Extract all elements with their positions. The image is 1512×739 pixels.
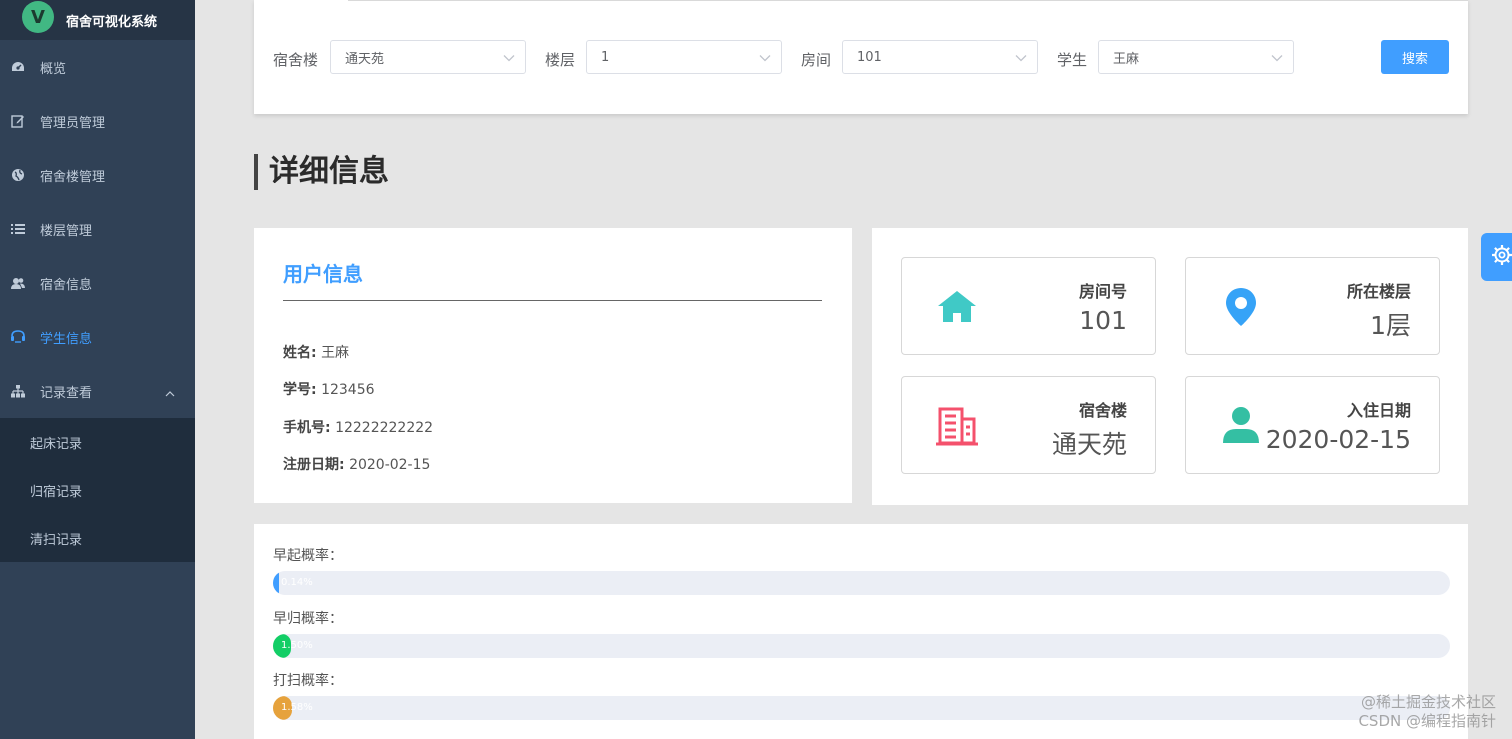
app-title: 宿舍可视化系统	[66, 14, 158, 30]
sidebar-item-admin[interactable]: 管理员管理	[0, 94, 195, 148]
settings-button[interactable]	[1481, 233, 1512, 281]
users-icon	[10, 275, 26, 291]
watermark-line2: CSDN @编程指南针	[1358, 712, 1496, 730]
sidebar-item-label: 学生信息	[40, 331, 93, 347]
stats-panel: 房间号 101 所在楼层 1层 宿舍楼 通天苑 入住日期 2020-02-15	[872, 228, 1468, 505]
watermark: @稀土掘金技术社区 CSDN @编程指南针	[1358, 693, 1496, 731]
progress-bar-wakeup: 0.14%	[273, 571, 1450, 595]
progress-text-cleaning: 1.58%	[281, 702, 313, 713]
submenu-item-cleaning[interactable]: 清扫记录	[0, 514, 195, 562]
info-id-value: 123456	[321, 382, 375, 398]
stat-building-value: 通天苑	[1051, 430, 1127, 459]
sidebar-item-label: 概览	[40, 61, 67, 77]
divider	[283, 300, 822, 301]
stat-floor: 所在楼层 1层	[1185, 257, 1440, 355]
progress-bar-cleaning: 1.58%	[273, 696, 1450, 720]
progress-fill-wakeup	[273, 571, 279, 595]
logo-icon: V	[22, 1, 54, 33]
student-label: 学生	[1057, 51, 1088, 69]
chevron-up-icon	[165, 386, 175, 401]
info-name-value: 王麻	[321, 345, 350, 361]
sidebar-item-label: 楼层管理	[40, 223, 93, 239]
building-label: 宿舍楼	[273, 51, 319, 69]
stat-room: 房间号 101	[901, 257, 1156, 355]
submenu-item-return[interactable]: 归宿记录	[0, 466, 195, 514]
room-select-value: 101	[857, 49, 882, 65]
floor-select-value: 1	[601, 49, 610, 65]
stat-building-label: 宿舍楼	[1078, 401, 1127, 420]
sidebar-item-overview[interactable]: 概览	[0, 40, 195, 94]
sidebar-item-floors[interactable]: 楼层管理	[0, 202, 195, 256]
stat-floor-value: 1层	[1370, 311, 1411, 340]
stat-checkin-value: 2020-02-15	[1265, 425, 1411, 454]
info-student-id: 学号: 123456	[283, 379, 375, 399]
sidebar-menu: 概览 管理员管理 宿舍楼管理 楼层管理 宿舍信息 学生信息 记录查看	[0, 40, 195, 418]
stat-floor-label: 所在楼层	[1346, 282, 1411, 301]
info-name: 姓名: 王麻	[283, 342, 349, 362]
building-select[interactable]: 通天苑	[330, 40, 526, 74]
chevron-down-icon	[1271, 51, 1283, 66]
student-select-value: 王麻	[1113, 51, 1140, 67]
building-icon	[934, 403, 980, 449]
sidebar-item-label: 记录查看	[40, 385, 93, 401]
progress-label-cleaning: 打扫概率：	[273, 673, 343, 689]
sidebar: V 宿舍可视化系统 概览 管理员管理 宿舍楼管理 楼层管理 宿舍信息 学生信息 …	[0, 0, 195, 739]
info-registration-date: 注册日期: 2020-02-15	[283, 454, 430, 474]
floor-label: 楼层	[545, 51, 576, 69]
building-select-value: 通天苑	[345, 51, 385, 67]
list-icon	[10, 221, 26, 237]
info-phone: 手机号: 12222222222	[283, 417, 433, 437]
progress-label-wakeup: 早起概率：	[273, 548, 343, 564]
chevron-down-icon	[503, 51, 515, 66]
progress-bar-return: 1.50%	[273, 634, 1450, 658]
sidebar-item-label: 宿舍楼管理	[40, 169, 106, 185]
sidebar-item-label: 宿舍信息	[40, 277, 93, 293]
page-title: 详细信息	[254, 154, 389, 190]
stat-checkin-label: 入住日期	[1346, 401, 1411, 420]
logo-bar[interactable]: V 宿舍可视化系统	[0, 0, 195, 40]
stat-room-label: 房间号	[1078, 282, 1127, 301]
user-info-title: 用户信息	[283, 262, 363, 286]
progress-text-return: 1.50%	[281, 640, 313, 651]
sidebar-item-dorms[interactable]: 宿舍信息	[0, 256, 195, 310]
user-icon	[1218, 403, 1264, 449]
user-info-card: 用户信息 姓名: 王麻 学号: 123456 手机号: 12222222222 …	[254, 228, 852, 503]
chevron-down-icon	[1015, 51, 1027, 66]
stat-building: 宿舍楼 通天苑	[901, 376, 1156, 474]
progress-text-wakeup: 0.14%	[281, 577, 313, 588]
info-reg-value: 2020-02-15	[349, 457, 431, 473]
info-reg-label: 注册日期:	[283, 457, 345, 473]
search-button[interactable]: 搜索	[1381, 40, 1449, 74]
room-select[interactable]: 101	[842, 40, 1038, 74]
dashboard-icon	[10, 59, 26, 75]
progress-label-return: 早归概率：	[273, 611, 343, 627]
info-phone-value: 12222222222	[335, 420, 434, 436]
probability-panel: 早起概率： 0.14% 早归概率： 1.50% 打扫概率： 1.58%	[254, 524, 1468, 739]
sidebar-item-students[interactable]: 学生信息	[0, 310, 195, 364]
home-icon	[934, 284, 980, 330]
globe-icon	[10, 167, 26, 183]
student-select[interactable]: 王麻	[1098, 40, 1294, 74]
submenu-item-wakeup[interactable]: 起床记录	[0, 418, 195, 466]
info-phone-label: 手机号:	[283, 420, 331, 436]
student-icon	[10, 329, 26, 345]
sidebar-item-records[interactable]: 记录查看	[0, 364, 195, 418]
location-pin-icon	[1218, 284, 1264, 330]
sidebar-item-buildings[interactable]: 宿舍楼管理	[0, 148, 195, 202]
divider	[348, 0, 1468, 1]
records-submenu: 起床记录 归宿记录 清扫记录	[0, 418, 195, 562]
search-panel: 宿舍楼 通天苑 楼层 1 房间 101 学生 王麻 搜索	[254, 0, 1468, 114]
chevron-down-icon	[759, 51, 771, 66]
room-label: 房间	[801, 51, 832, 69]
edit-icon	[10, 113, 26, 129]
stat-checkin: 入住日期 2020-02-15	[1185, 376, 1440, 474]
stat-room-value: 101	[1079, 306, 1127, 335]
info-id-label: 学号:	[283, 382, 317, 398]
sitemap-icon	[10, 383, 26, 399]
info-name-label: 姓名:	[283, 345, 317, 361]
watermark-line1: @稀土掘金技术社区	[1360, 693, 1496, 711]
floor-select[interactable]: 1	[586, 40, 782, 74]
sidebar-item-label: 管理员管理	[40, 115, 106, 131]
gear-icon	[1491, 244, 1512, 270]
